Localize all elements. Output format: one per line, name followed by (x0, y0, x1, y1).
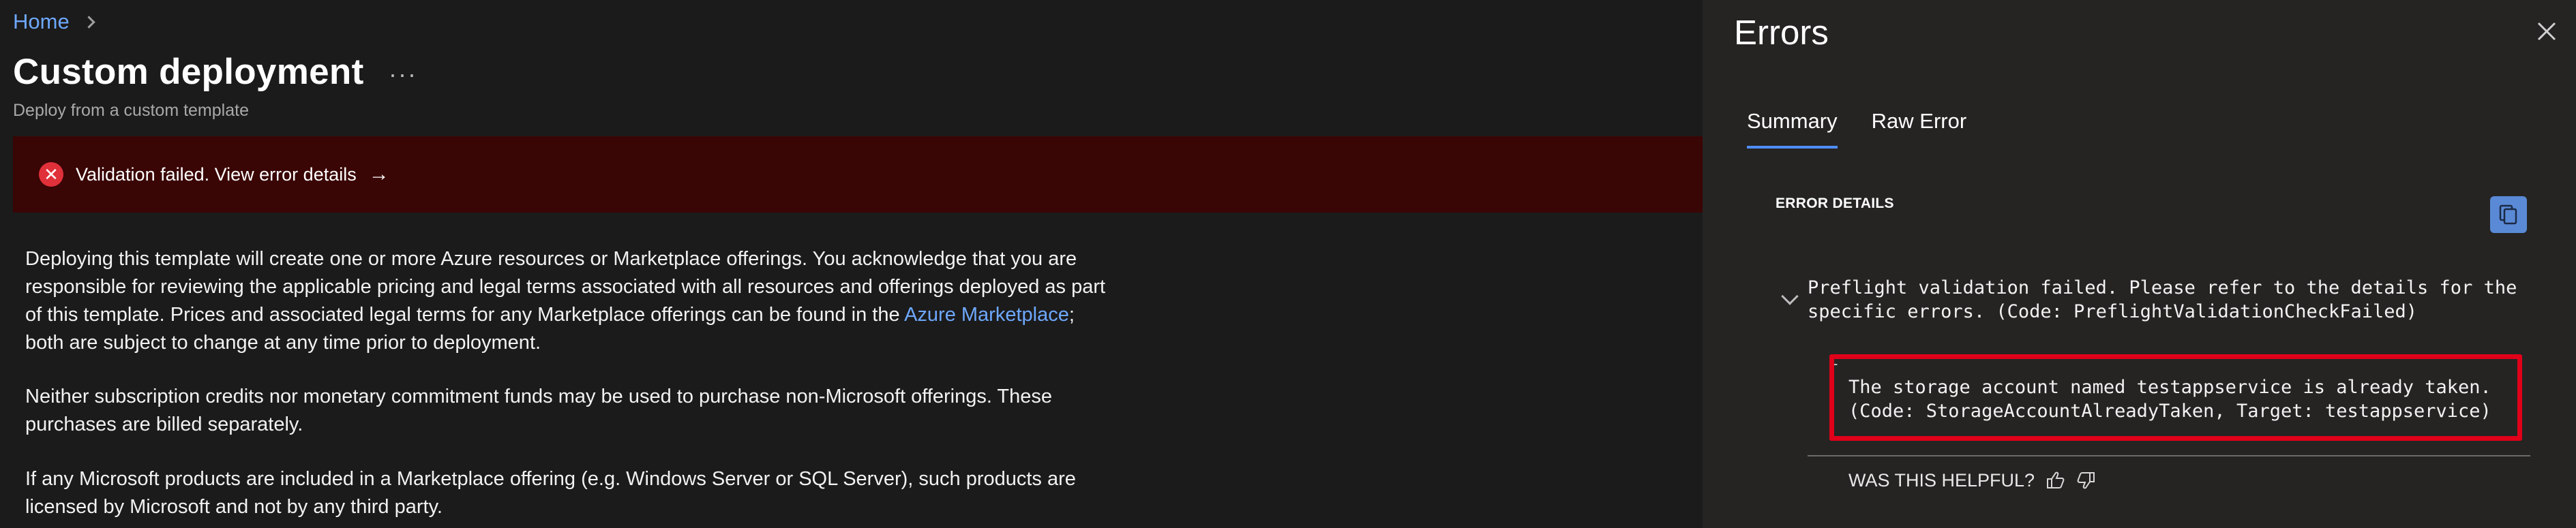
errors-panel-title: Errors (1734, 13, 1829, 52)
azure-marketplace-link[interactable]: Azure Marketplace (904, 304, 1069, 326)
helpful-prompt: WAS THIS HELPFUL? (1848, 469, 2035, 491)
tab-raw-error[interactable]: Raw Error (1872, 109, 1967, 149)
deployment-pane: Home Custom deployment ··· Deploy from a… (0, 0, 1703, 528)
chevron-down-icon[interactable] (1781, 288, 1799, 305)
terms-text: If any Microsoft products are included i… (25, 468, 1076, 518)
validation-error-banner[interactable]: ✕ Validation failed. View error details … (13, 136, 1703, 213)
page-title: Custom deployment (13, 52, 364, 92)
error-details-heading: ERROR DETAILS (1776, 196, 1894, 211)
preflight-error-message: Preflight validation failed. Please refe… (1808, 277, 2517, 322)
thumbs-down-icon[interactable] (2074, 469, 2097, 492)
more-options-button[interactable]: ··· (389, 60, 417, 89)
tab-summary[interactable]: Summary (1747, 109, 1838, 149)
breadcrumb: Home (13, 10, 95, 34)
errors-panel: Errors Summary Raw Error ERROR DETAILS P… (1703, 0, 2576, 528)
divider (1808, 455, 2530, 456)
terms-text: Neither subscription credits nor monetar… (25, 386, 1053, 435)
copy-button[interactable] (2490, 196, 2527, 233)
page-subtitle: Deploy from a custom template (13, 101, 249, 120)
terms-paragraph-2: Neither subscription credits nor monetar… (25, 383, 1116, 439)
copy-icon (2499, 204, 2517, 225)
errors-tabs: Summary Raw Error (1747, 109, 2001, 149)
error-icon: ✕ (39, 162, 63, 187)
thumbs-up-icon[interactable] (2044, 469, 2067, 492)
validation-error-text[interactable]: Validation failed. View error details (76, 164, 357, 185)
terms-paragraph-1: Deploying this template will create one … (25, 245, 1116, 357)
breadcrumb-home-link[interactable]: Home (13, 10, 70, 34)
feedback-row: WAS THIS HELPFUL? (1848, 469, 2097, 492)
close-icon[interactable] (2534, 19, 2559, 44)
arrow-right-icon: → (368, 163, 389, 185)
terms-paragraph-3: If any Microsoft products are included i… (25, 465, 1116, 521)
chevron-right-icon (83, 15, 95, 29)
storage-account-error-message: The storage account named testappservice… (1848, 377, 2491, 422)
